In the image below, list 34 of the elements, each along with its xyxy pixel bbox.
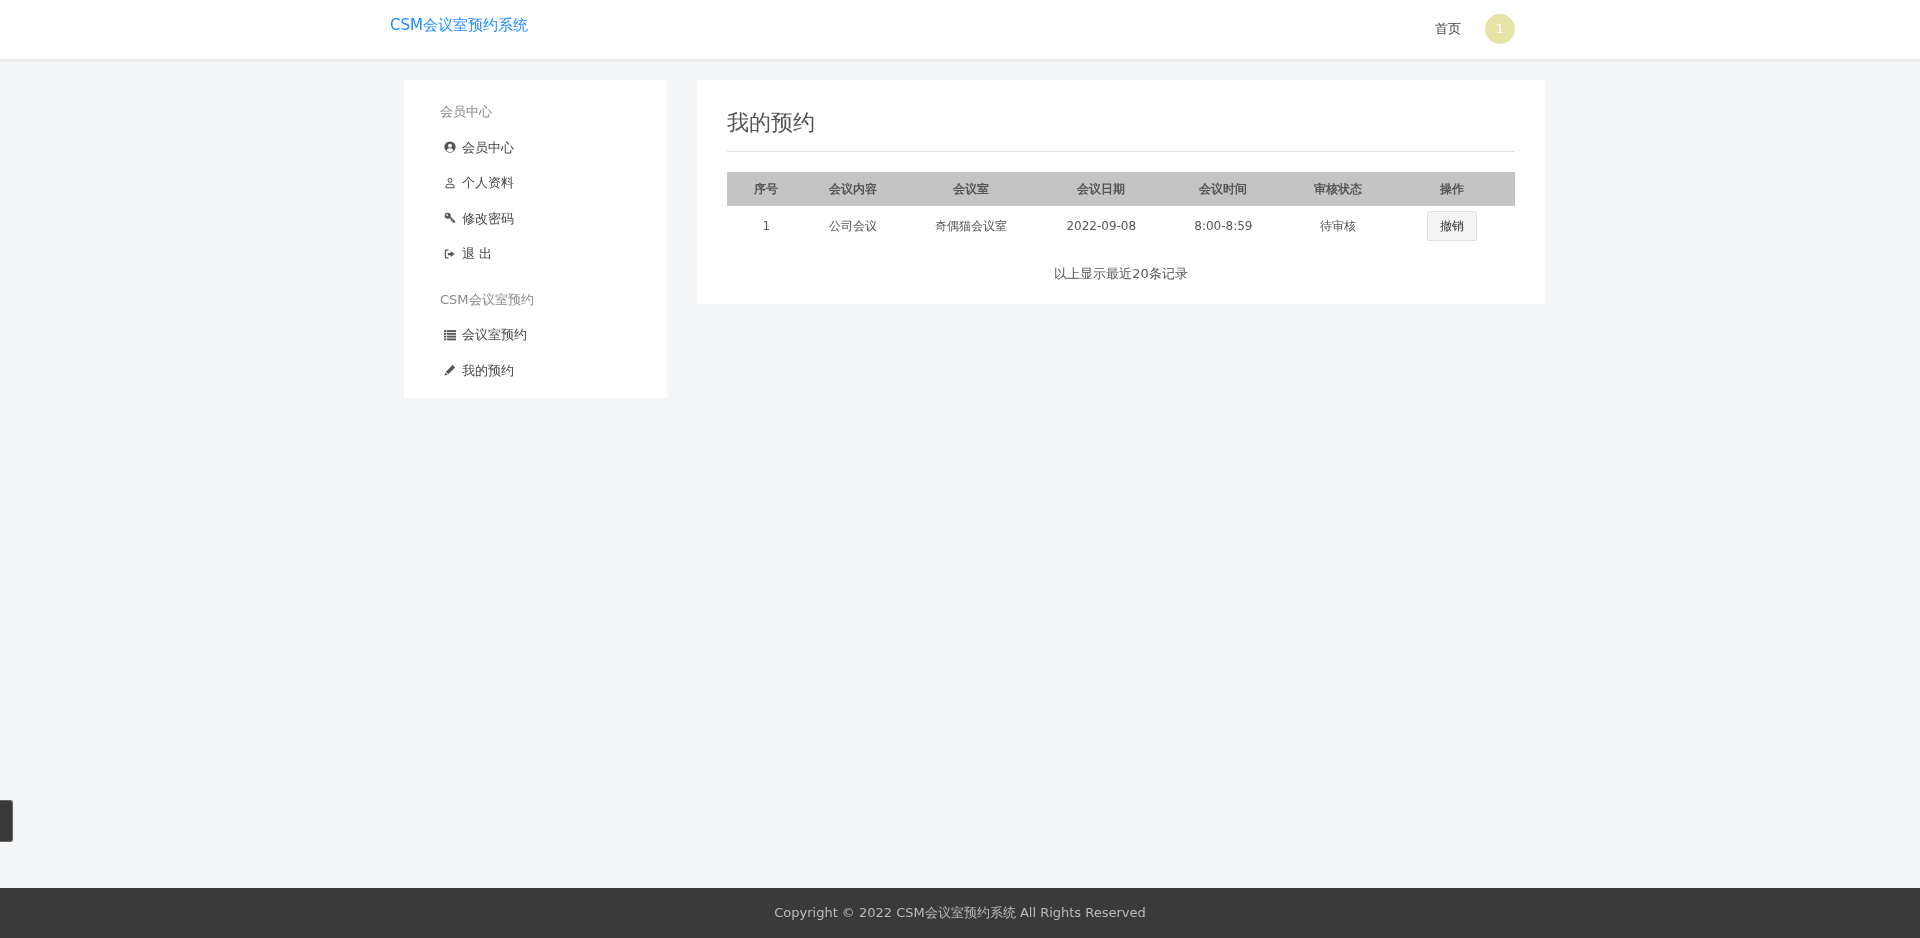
page-title: 我的预约 [727,110,816,137]
column-header: 审核状态 [1286,172,1389,207]
key-icon [444,212,456,225]
table-cell: 8:00-8:59 [1194,219,1253,234]
sign-out-icon [444,247,456,260]
side-widget[interactable] [0,800,13,842]
table-cell: 奇偶猫会议室 [935,219,1008,234]
sidebar-link[interactable]: 会议室预约 [404,317,667,353]
sidebar-link[interactable]: 退 出 [404,236,667,272]
column-header: 会议内容 [805,172,901,207]
site-logo-link[interactable]: CSM会议室预约系统 [375,0,528,37]
sidebar-link[interactable]: 修改密码 [404,200,667,236]
pencil-icon [444,364,456,377]
sidebar-link[interactable]: 我的预约 [404,352,667,388]
column-header: 序号 [727,172,806,207]
column-header: 会议日期 [1042,172,1161,207]
user-outline-icon [444,176,456,189]
table-cell: 待审核 [1319,219,1356,234]
column-header: 会议室 [900,172,1043,207]
table-cell: 1 [762,219,771,234]
table-cell: 公司会议 [829,219,878,234]
cancel-button[interactable]: 撤销 [1426,211,1477,242]
column-header: 操作 [1388,172,1515,207]
copyright-text: Copyright © 2022 CSM会议室预约系统 All Rights Reserved [774,904,1146,923]
sidebar-link[interactable]: 个人资料 [404,165,667,201]
user-circle-icon [444,141,456,154]
table-cell: 2022-09-08 [1066,219,1137,234]
sidebar-link[interactable]: 会员中心 [404,129,667,165]
nav-link[interactable]: 首页 [1435,19,1461,39]
section-heading: 会员中心 [439,103,493,121]
list-icon [444,328,456,341]
section-heading: CSM会议室预约 [439,290,535,309]
column-header: 会议时间 [1160,172,1287,207]
records-note: 以上显示最近20条记录 [1054,266,1188,282]
